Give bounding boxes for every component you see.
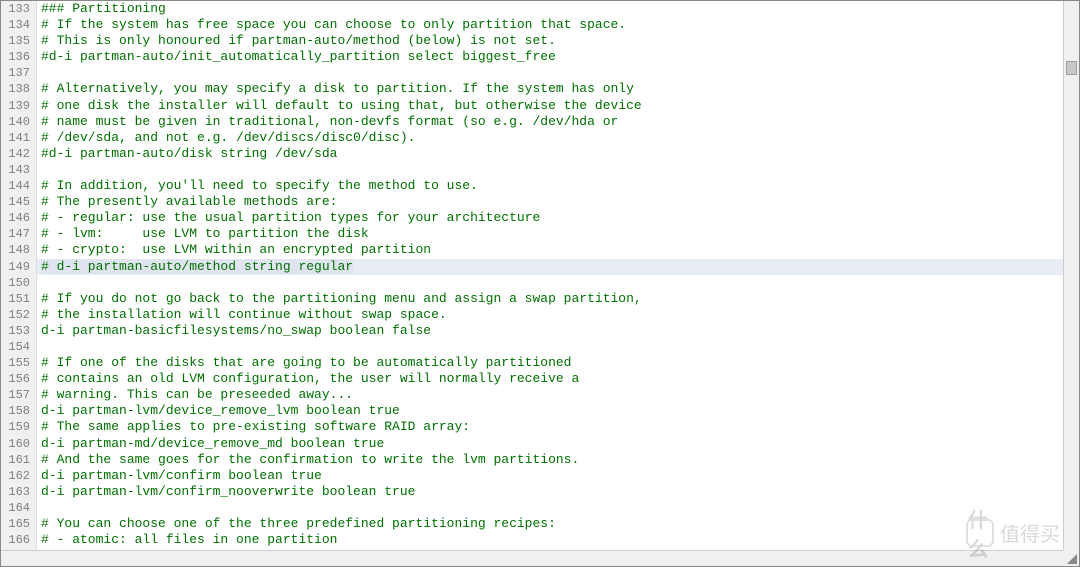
line-number: 147 [5, 226, 30, 242]
code-line[interactable]: # warning. This can be preseeded away... [37, 387, 1079, 403]
code-line[interactable]: # - lvm: use LVM to partition the disk [37, 226, 1079, 242]
line-number: 149 [5, 259, 30, 275]
code-line[interactable]: # If one of the disks that are going to … [37, 355, 1079, 371]
code-line[interactable]: #d-i partman-auto/disk string /dev/sda [37, 146, 1079, 162]
code-line[interactable]: # - atomic: all files in one partition [37, 532, 1079, 548]
line-number: 141 [5, 130, 30, 146]
code-editor[interactable]: 1331341351361371381391401411421431441451… [0, 0, 1080, 567]
line-number: 142 [5, 146, 30, 162]
line-number-gutter: 1331341351361371381391401411421431441451… [1, 1, 37, 566]
code-line[interactable]: # If the system has free space you can c… [37, 17, 1079, 33]
code-line[interactable]: # d-i partman-auto/method string regular [37, 259, 1079, 275]
code-line[interactable] [37, 500, 1079, 516]
code-line[interactable]: d-i partman-lvm/confirm boolean true [37, 468, 1079, 484]
code-line[interactable] [37, 339, 1079, 355]
line-number: 138 [5, 81, 30, 97]
code-line[interactable]: # You can choose one of the three predef… [37, 516, 1079, 532]
code-line[interactable]: # This is only honoured if partman-auto/… [37, 33, 1079, 49]
code-line[interactable]: # - crypto: use LVM within an encrypted … [37, 242, 1079, 258]
resize-grip-icon[interactable] [1063, 550, 1079, 566]
horizontal-scrollbar[interactable] [1, 550, 1063, 566]
line-number: 158 [5, 403, 30, 419]
code-line[interactable] [37, 162, 1079, 178]
line-number: 143 [5, 162, 30, 178]
code-line[interactable]: ### Partitioning [37, 1, 1079, 17]
code-line[interactable]: #d-i partman-auto/init_automatically_par… [37, 49, 1079, 65]
line-number: 139 [5, 98, 30, 114]
line-number: 161 [5, 452, 30, 468]
line-number: 159 [5, 419, 30, 435]
code-line[interactable]: # - regular: use the usual partition typ… [37, 210, 1079, 226]
code-line[interactable]: d-i partman-basicfilesystems/no_swap boo… [37, 323, 1079, 339]
line-number: 137 [5, 65, 30, 81]
line-number: 140 [5, 114, 30, 130]
line-number: 164 [5, 500, 30, 516]
code-line[interactable]: # /dev/sda, and not e.g. /dev/discs/disc… [37, 130, 1079, 146]
code-line[interactable]: # If you do not go back to the partition… [37, 291, 1079, 307]
code-line[interactable]: # The presently available methods are: [37, 194, 1079, 210]
line-number: 155 [5, 355, 30, 371]
line-number: 153 [5, 323, 30, 339]
code-line[interactable]: # one disk the installer will default to… [37, 98, 1079, 114]
code-line[interactable] [37, 275, 1079, 291]
code-line[interactable]: d-i partman-lvm/device_remove_lvm boolea… [37, 403, 1079, 419]
code-line[interactable]: # the installation will continue without… [37, 307, 1079, 323]
line-number: 145 [5, 194, 30, 210]
code-line[interactable]: # Alternatively, you may specify a disk … [37, 81, 1079, 97]
line-number: 162 [5, 468, 30, 484]
line-number: 135 [5, 33, 30, 49]
scrollbar-thumb[interactable] [1066, 61, 1077, 75]
code-line[interactable]: # And the same goes for the confirmation… [37, 452, 1079, 468]
line-number: 160 [5, 436, 30, 452]
line-number: 152 [5, 307, 30, 323]
code-line[interactable]: # In addition, you'll need to specify th… [37, 178, 1079, 194]
line-number: 136 [5, 49, 30, 65]
code-line[interactable] [37, 65, 1079, 81]
line-number: 165 [5, 516, 30, 532]
line-number: 144 [5, 178, 30, 194]
line-number: 150 [5, 275, 30, 291]
line-number: 163 [5, 484, 30, 500]
line-number: 156 [5, 371, 30, 387]
line-number: 166 [5, 532, 30, 548]
line-number: 134 [5, 17, 30, 33]
line-number: 148 [5, 242, 30, 258]
vertical-scrollbar[interactable] [1063, 1, 1079, 550]
code-area[interactable]: ### Partitioning# If the system has free… [37, 1, 1079, 566]
code-line[interactable]: # contains an old LVM configuration, the… [37, 371, 1079, 387]
code-line[interactable]: # name must be given in traditional, non… [37, 114, 1079, 130]
code-line[interactable]: d-i partman-lvm/confirm_nooverwrite bool… [37, 484, 1079, 500]
code-line[interactable]: # The same applies to pre-existing softw… [37, 419, 1079, 435]
line-number: 154 [5, 339, 30, 355]
line-number: 151 [5, 291, 30, 307]
line-number: 133 [5, 1, 30, 17]
line-number: 146 [5, 210, 30, 226]
line-number: 157 [5, 387, 30, 403]
code-line[interactable]: d-i partman-md/device_remove_md boolean … [37, 436, 1079, 452]
